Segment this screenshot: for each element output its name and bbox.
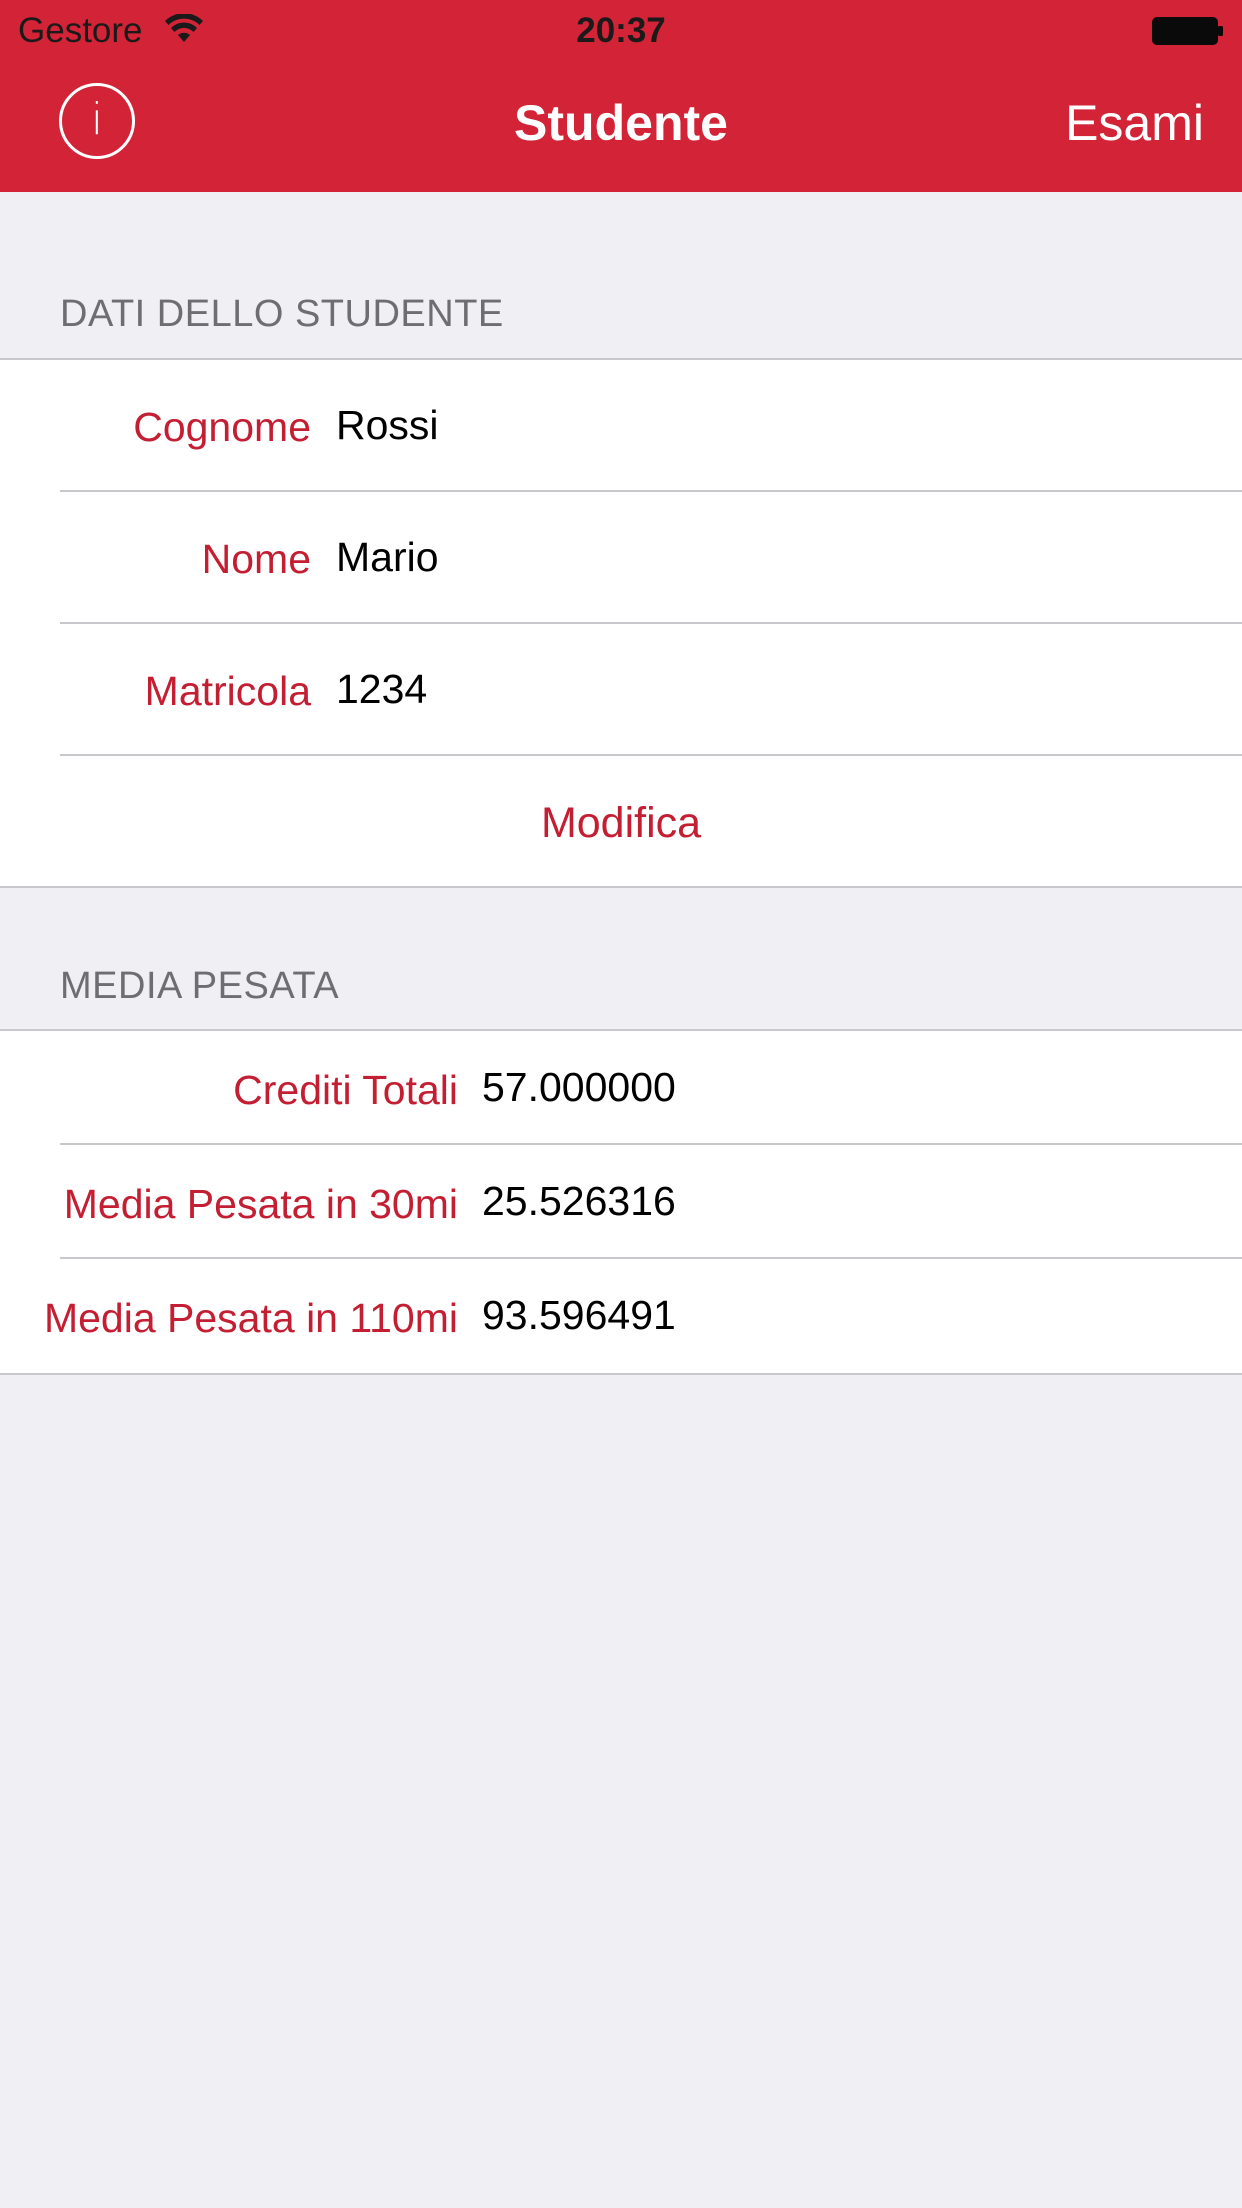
student-row-cognome[interactable]: Cognome Rossi xyxy=(0,360,1242,492)
modifica-row[interactable]: Modifica xyxy=(0,756,1242,886)
media-110mi-label: Media Pesata in 110mi xyxy=(43,1295,458,1341)
crediti-totali-label: Crediti Totali xyxy=(233,1067,458,1113)
matricola-value: 1234 xyxy=(336,666,428,712)
cognome-label: Cognome xyxy=(133,404,311,450)
esami-button[interactable]: Esami xyxy=(1065,92,1204,154)
media-row-110mi: Media Pesata in 110mi 93.596491 xyxy=(0,1259,1242,1373)
student-row-matricola[interactable]: Matricola 1234 xyxy=(0,624,1242,756)
modifica-button[interactable]: Modifica xyxy=(0,798,1242,848)
nome-value: Mario xyxy=(336,534,439,580)
student-table: Cognome Rossi Nome Mario Matricola 1234 … xyxy=(0,358,1242,888)
media-30mi-label: Media Pesata in 30mi xyxy=(63,1181,458,1227)
media-section-header: MEDIA PESATA xyxy=(60,965,340,1007)
status-time: 20:37 xyxy=(576,11,666,50)
media-110mi-value: 93.596491 xyxy=(482,1292,676,1338)
battery-full-icon xyxy=(1152,17,1223,45)
page-title: Studente xyxy=(514,95,728,151)
student-row-nome[interactable]: Nome Mario xyxy=(0,492,1242,624)
media-row-30mi: Media Pesata in 30mi 25.526316 xyxy=(0,1145,1242,1259)
matricola-label: Matricola xyxy=(144,668,311,714)
nome-label: Nome xyxy=(201,536,311,582)
media-30mi-value: 25.526316 xyxy=(482,1178,676,1224)
student-section-header: DATI DELLO STUDENTE xyxy=(60,293,504,335)
crediti-totali-value: 57.000000 xyxy=(482,1064,676,1110)
navigation-bar: i Studente Esami xyxy=(0,62,1242,192)
app-header: Gestore 20:37 i Studente Esami xyxy=(0,0,1242,192)
cognome-value: Rossi xyxy=(336,402,439,448)
media-table: Crediti Totali 57.000000 Media Pesata in… xyxy=(0,1029,1242,1375)
status-bar: Gestore 20:37 xyxy=(0,0,1242,62)
media-row-crediti: Crediti Totali 57.000000 xyxy=(0,1031,1242,1145)
